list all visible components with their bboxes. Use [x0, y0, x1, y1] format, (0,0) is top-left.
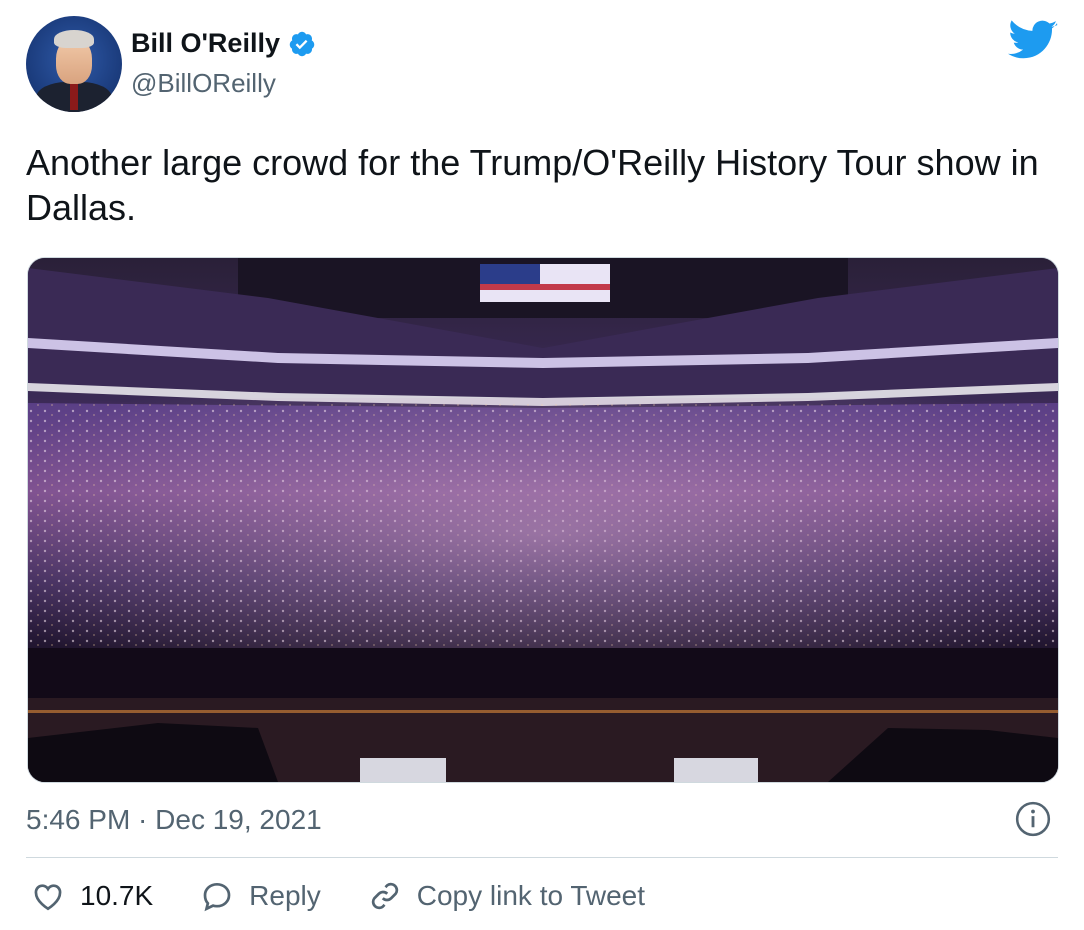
tweet-text: Another large crowd for the Trump/O'Reil…	[26, 142, 1039, 228]
author-name-row[interactable]: Bill O'Reilly	[131, 28, 316, 59]
twitter-bird-icon[interactable]	[1008, 20, 1058, 62]
tweet-actions: 10.7K Reply Copy link to Tweet	[30, 878, 691, 914]
tweet-photo[interactable]	[27, 257, 1059, 783]
info-icon[interactable]	[1014, 800, 1052, 838]
avatar[interactable]	[26, 16, 122, 112]
tweet-timestamp[interactable]: 5:46 PM · Dec 19, 2021	[26, 804, 322, 836]
like-count: 10.7K	[80, 880, 154, 911]
divider	[26, 857, 1058, 858]
reply-label: Reply	[249, 880, 321, 911]
like-button[interactable]: 10.7K	[30, 878, 153, 914]
crowd-photo-image	[28, 258, 1058, 782]
verified-badge-icon	[289, 31, 315, 56]
copy-link-button[interactable]: Copy link to Tweet	[367, 878, 645, 914]
reply-button[interactable]: Reply	[199, 878, 321, 914]
link-icon	[371, 882, 398, 910]
display-name[interactable]: Bill O'Reilly	[131, 28, 280, 59]
heart-icon	[34, 884, 62, 911]
copy-link-label: Copy link to Tweet	[416, 880, 646, 911]
handle[interactable]: @BillOReilly	[131, 68, 276, 99]
reply-icon	[203, 882, 231, 912]
